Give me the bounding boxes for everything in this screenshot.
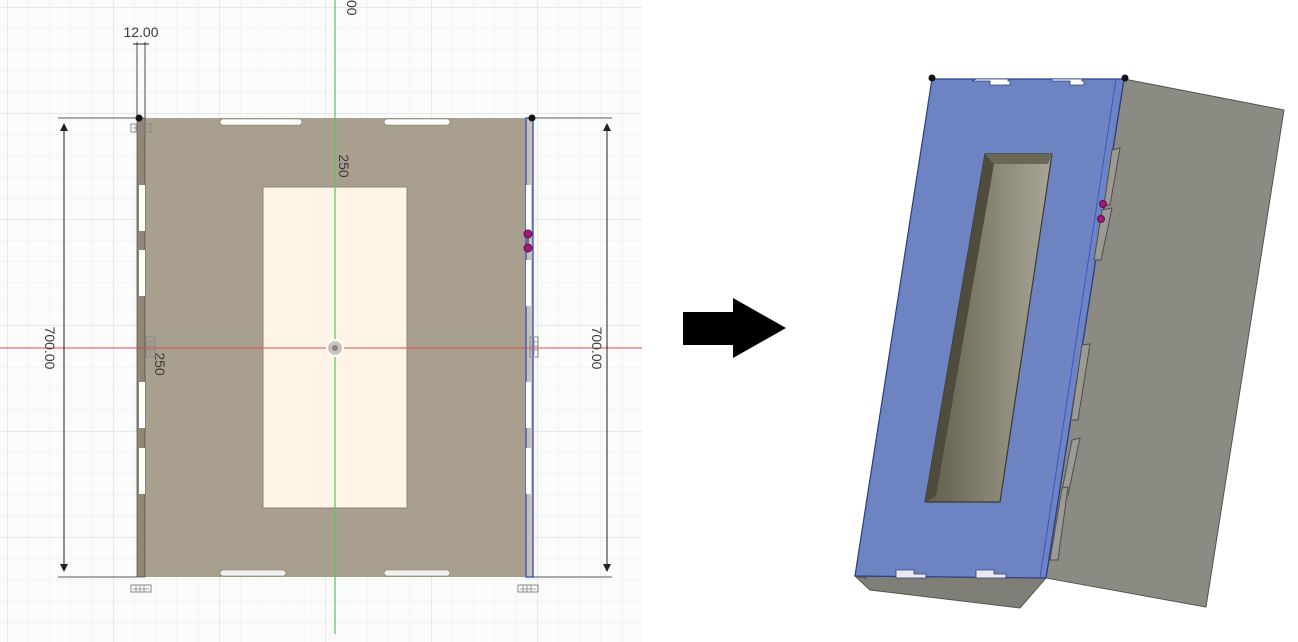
dimension-width-label[interactable]: 12.00 (123, 24, 158, 40)
dimension-center-horizontal-label[interactable]: 250 (152, 352, 168, 376)
vertex-point[interactable] (928, 74, 936, 82)
design-canvas[interactable]: 12.00 00 700.00 700.00 250 250 500 (0, 0, 1298, 642)
partial-left-label: 500 (0, 368, 3, 392)
dimension-center-vertical-label[interactable]: 250 (336, 154, 352, 178)
origin-center (332, 345, 338, 351)
dimension-right-height-label[interactable]: 700.00 (589, 327, 605, 370)
vertex-point[interactable] (1121, 74, 1129, 82)
arrow-right-icon (683, 298, 786, 358)
sketch-viewport[interactable]: 12.00 00 700.00 700.00 250 250 500 (0, 0, 642, 642)
bottom-panel-3d[interactable] (853, 575, 1048, 609)
partial-axis-label: 00 (344, 0, 360, 16)
cutout-top-wall-3d (985, 154, 1052, 164)
dimension-left-height-label[interactable]: 700.00 (42, 327, 58, 370)
model-viewport[interactable] (853, 74, 1285, 609)
